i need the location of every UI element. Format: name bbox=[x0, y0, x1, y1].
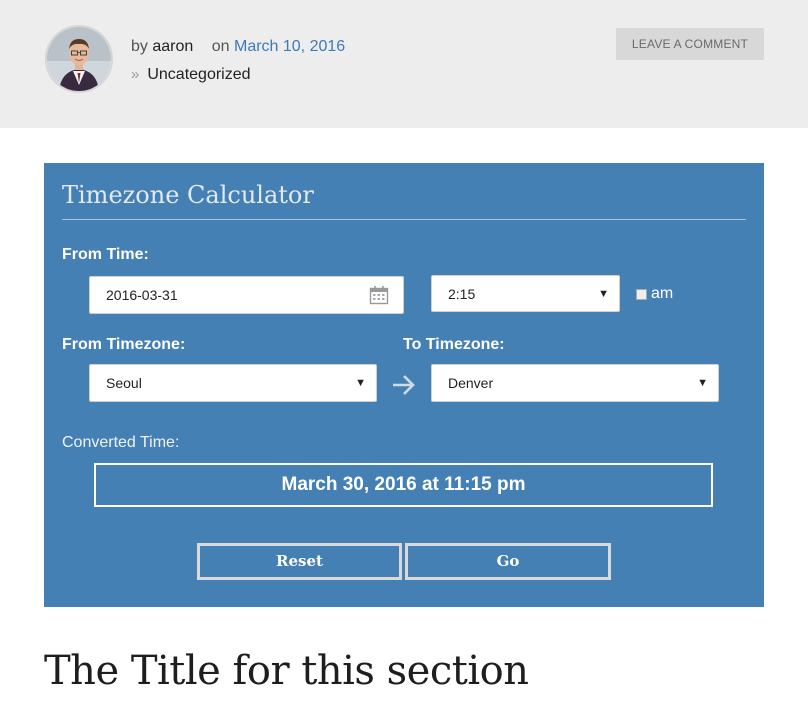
to-timezone-value: Denver bbox=[448, 375, 494, 391]
calendar-icon[interactable] bbox=[369, 285, 389, 305]
byline-prefix: by bbox=[131, 38, 148, 55]
calculator-title: Timezone Calculator bbox=[62, 181, 314, 209]
section-title: The Title for this section bbox=[44, 648, 529, 694]
am-label: am bbox=[651, 285, 674, 302]
post-date-link[interactable]: March 10, 2016 bbox=[234, 38, 345, 55]
post-meta-bar: by aaron on March 10, 2016 » Uncategorize… bbox=[0, 0, 808, 128]
caret-down-icon: ▼ bbox=[355, 377, 366, 389]
timezone-calculator: Timezone Calculator From Time: 2016-03-3… bbox=[44, 163, 764, 607]
go-button[interactable]: Go bbox=[405, 543, 611, 580]
from-timezone-select[interactable]: Seoul ▼ bbox=[89, 364, 377, 402]
reset-button[interactable]: Reset bbox=[197, 543, 402, 580]
author-avatar[interactable] bbox=[45, 25, 113, 93]
caret-down-icon: ▼ bbox=[598, 287, 609, 300]
date-prefix: on bbox=[211, 38, 230, 55]
chevron-double-right-icon: » bbox=[131, 66, 140, 83]
arrow-right-icon bbox=[393, 375, 415, 395]
caret-down-icon: ▼ bbox=[697, 377, 708, 389]
to-timezone-select[interactable]: Denver ▼ bbox=[431, 364, 719, 402]
converted-time-output: March 30, 2016 at 11:15 pm bbox=[94, 463, 713, 507]
time-value: 2:15 bbox=[448, 285, 476, 302]
from-timezone-label: From Timezone: bbox=[62, 336, 186, 353]
am-checkbox[interactable] bbox=[636, 289, 647, 300]
date-value: 2016-03-31 bbox=[106, 287, 178, 303]
avatar-photo bbox=[47, 27, 111, 91]
to-timezone-label: To Timezone: bbox=[403, 336, 505, 353]
category-link[interactable]: Uncategorized bbox=[147, 66, 250, 83]
category-line: » Uncategorized bbox=[131, 66, 251, 84]
title-divider bbox=[62, 219, 746, 220]
date-input[interactable]: 2016-03-31 bbox=[89, 276, 404, 314]
time-select[interactable]: 2:15 ▼ bbox=[431, 275, 620, 312]
leave-comment-button[interactable]: LEAVE A COMMENT bbox=[616, 28, 764, 60]
converted-time-label: Converted Time: bbox=[62, 434, 180, 451]
byline: by aaron on March 10, 2016 bbox=[131, 38, 345, 56]
author-link[interactable]: aaron bbox=[152, 38, 193, 55]
from-time-label: From Time: bbox=[62, 246, 149, 263]
from-timezone-value: Seoul bbox=[106, 375, 142, 391]
